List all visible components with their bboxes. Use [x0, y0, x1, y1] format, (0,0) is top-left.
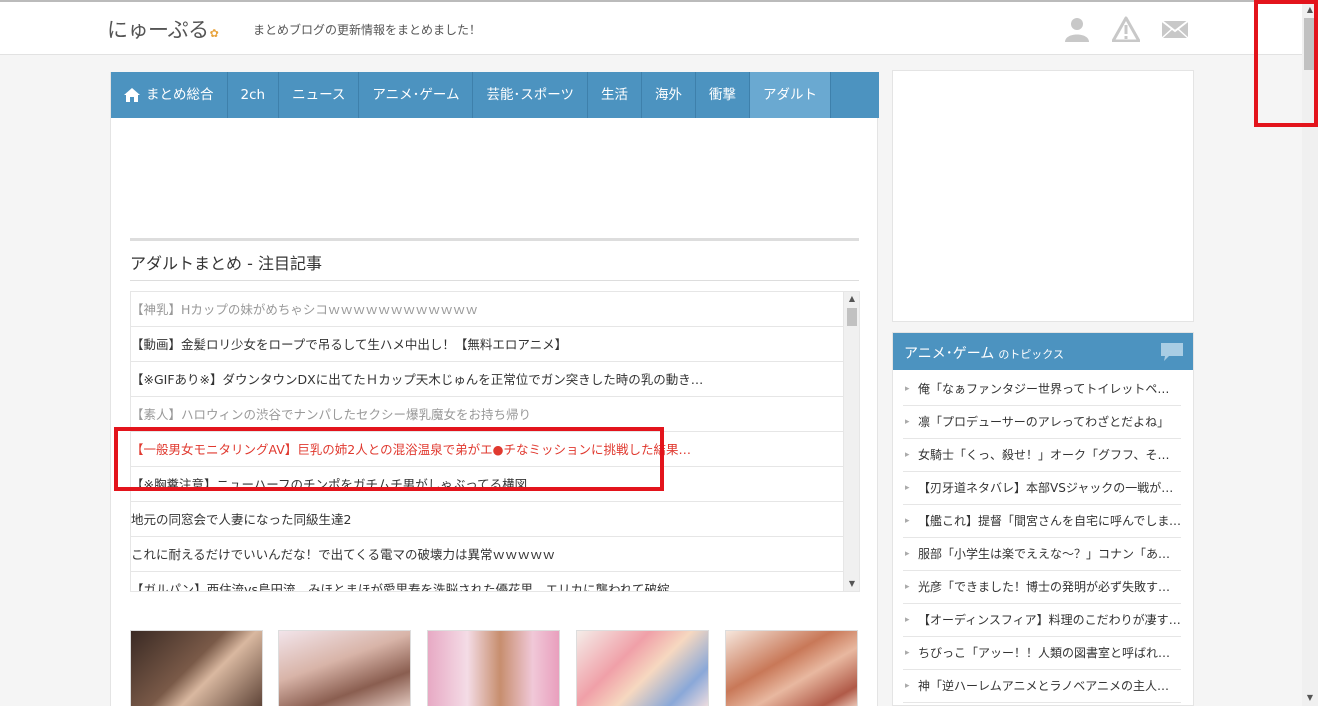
article-link[interactable]: これに耐えるだけでいいんだな！で出てくる電マの破壊力は異常ｗｗｗｗｗ	[131, 537, 843, 572]
featured-title: アダルトまとめ - 注目記事	[130, 254, 322, 273]
page-scrollbar[interactable]: ▲ ▼	[1302, 0, 1318, 706]
nav-item-life[interactable]: 生活	[588, 72, 642, 118]
topics-suffix: のトピックス	[998, 348, 1064, 361]
thumbnail-image[interactable]	[427, 630, 560, 706]
article-link[interactable]: 【神乳】Hカップの妹がめちゃシコｗｗｗｗｗｗｗｗｗｗｗｗ	[131, 292, 843, 327]
scroll-thumb[interactable]	[847, 308, 857, 326]
thumbnail-row	[130, 630, 860, 706]
scroll-up-icon[interactable]: ▲	[844, 292, 859, 306]
topic-link[interactable]: 光彦「できました！博士の発明が必ず失敗するス…	[903, 571, 1181, 604]
alert-icon[interactable]	[1112, 16, 1140, 42]
article-list-inner: 【神乳】Hカップの妹がめちゃシコｗｗｗｗｗｗｗｗｗｗｗｗ 【動画】金髪ロリ少女を…	[131, 292, 843, 591]
page-scroll-down-icon[interactable]: ▼	[1302, 690, 1318, 706]
article-link[interactable]: 【※GIFあり※】ダウンタウンDXに出てたＨカップ天木じゅんを正常位でガン突きし…	[131, 362, 843, 397]
article-link[interactable]: 【ガルパン】西住流vs島田流 みほとまほが愛里寿を洗脳された優花里、エリカに襲わ…	[131, 572, 843, 591]
scroll-down-icon[interactable]: ▼	[844, 577, 859, 591]
category-nav: まとめ総合 2ch ニュース アニメ･ゲーム 芸能･スポーツ 生活 海外 衝撃 …	[111, 72, 879, 118]
article-link[interactable]: 【動画】金髪ロリ少女をロープで吊るして生ハメ中出し！【無料エロアニメ】	[131, 327, 843, 362]
sidebar-topics-box: アニメ･ゲームのトピックス 俺「なぁファンタジー世界ってトイレットペーパー無… …	[892, 332, 1194, 706]
thumbnail-image[interactable]	[130, 630, 263, 706]
topic-link[interactable]: 【オーディンスフィア】料理のこだわりが凄すぎ！ほ…	[903, 604, 1181, 637]
user-icon[interactable]	[1063, 16, 1091, 42]
home-icon	[124, 88, 140, 102]
topic-link[interactable]: 【刃牙道ネタバレ】本部VSジャックの一戦が衝撃…	[903, 472, 1181, 505]
topic-link[interactable]: 凛「プロデューサーのアレってわざとだよね」	[903, 406, 1181, 439]
nav-item-home[interactable]: まとめ総合	[111, 72, 228, 118]
logo-text: にゅーぷる	[107, 18, 209, 42]
site-logo[interactable]: にゅーぷる✿	[107, 14, 219, 44]
sidebar-ad-space	[892, 70, 1194, 322]
nav-label: まとめ総合	[146, 87, 214, 103]
featured-article-list[interactable]: 【神乳】Hカップの妹がめちゃシコｗｗｗｗｗｗｗｗｗｗｗｗ 【動画】金髪ロリ少女を…	[130, 291, 860, 592]
section-divider	[130, 238, 859, 241]
thumbnail-image[interactable]	[725, 630, 858, 706]
site-header: にゅーぷる✿ まとめブログの更新情報をまとめました！	[0, 0, 1302, 55]
topic-link[interactable]: 俺「なぁファンタジー世界ってトイレットペーパー無…	[903, 373, 1181, 406]
topic-link[interactable]: 女騎士「くっ、殺せ！」オーク「グフフ、そうはいかん」	[903, 439, 1181, 472]
star-icon: ✿	[209, 27, 219, 40]
topics-category: アニメ･ゲーム	[904, 346, 995, 362]
topic-link[interactable]: ちびっこ「アッー！！人類の図書室と呼ばれる圧…	[903, 637, 1181, 670]
article-link[interactable]: 【※胸糞注意】ニューハーフのチンポをガチムチ男がしゃぶってる構図	[131, 467, 843, 502]
topic-list: 俺「なぁファンタジー世界ってトイレットペーパー無… 凛「プロデューサーのアレって…	[903, 373, 1181, 703]
nav-item-news[interactable]: ニュース	[279, 72, 360, 118]
topics-header: アニメ･ゲーム のトピックス	[893, 333, 1193, 370]
nav-item-2ch[interactable]: 2ch	[228, 72, 280, 118]
article-link[interactable]: 地元の同窓会で人妻になった同級生達2	[131, 502, 843, 537]
page-scroll-up-icon[interactable]: ▲	[1302, 2, 1318, 18]
chat-bubble-icon	[1161, 343, 1183, 361]
article-link[interactable]: 【素人】ハロウィンの渋谷でナンパしたセクシー爆乳魔女をお持ち帰り	[131, 397, 843, 432]
thumbnail-image[interactable]	[278, 630, 411, 706]
nav-item-entertainment-sports[interactable]: 芸能･スポーツ	[473, 72, 588, 118]
mail-icon[interactable]	[1161, 16, 1189, 42]
article-link[interactable]: 【一般男女モニタリングAV】巨乳の姉2人との混浴温泉で弟がエ●チなミッションに挑…	[131, 432, 843, 467]
main-content: まとめ総合 2ch ニュース アニメ･ゲーム 芸能･スポーツ 生活 海外 衝撃 …	[110, 72, 879, 706]
page-scroll-thumb[interactable]	[1304, 18, 1316, 70]
topic-link[interactable]: 【艦これ】提督「間宮さんを自宅に呼んでしまった…	[903, 505, 1181, 538]
nav-item-anime-game[interactable]: アニメ･ゲーム	[359, 72, 474, 118]
article-list-scrollbar[interactable]: ▲ ▼	[843, 292, 859, 591]
site-tagline: まとめブログの更新情報をまとめました！	[253, 23, 482, 37]
topic-link[interactable]: 服部「小学生は楽でええな～？」コナン「ああ！？」	[903, 538, 1181, 571]
nav-item-shock[interactable]: 衝撃	[696, 72, 750, 118]
nav-item-adult[interactable]: アダルト	[749, 72, 831, 118]
thumbnail-image[interactable]	[576, 630, 709, 706]
topics-title: アニメ･ゲーム のトピックス	[904, 343, 1064, 363]
topic-link[interactable]: 神「逆ハーレムアニメとラノベアニメの主人公を入…	[903, 670, 1181, 703]
section-underline	[130, 280, 859, 281]
nav-item-overseas[interactable]: 海外	[642, 72, 696, 118]
